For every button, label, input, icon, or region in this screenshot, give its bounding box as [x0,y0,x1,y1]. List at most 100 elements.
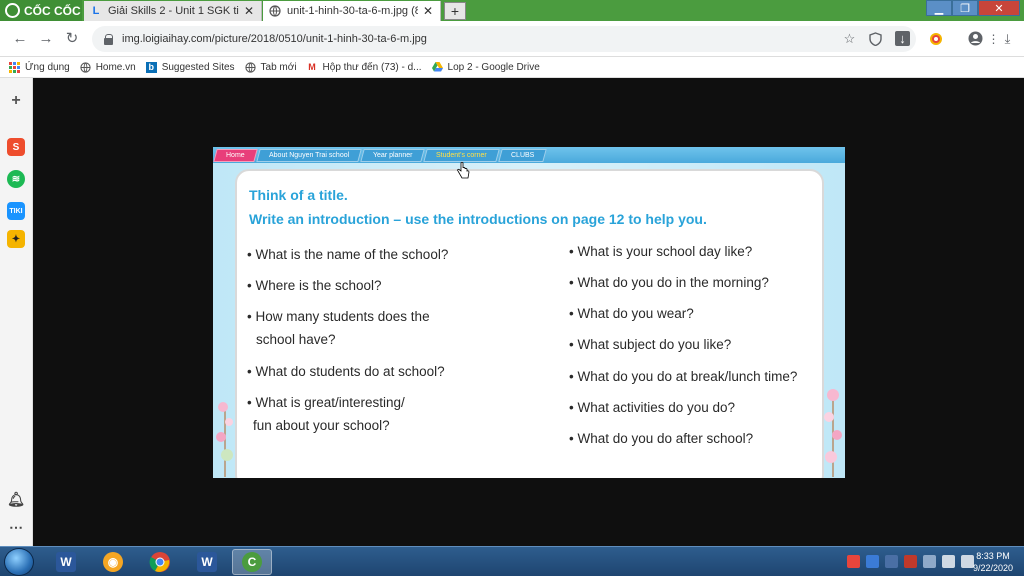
bookmark-label: Tab mới [260,61,297,73]
instructions-card: Think of a title. Write an introduction … [235,169,824,478]
loigiaihay-favicon-icon: L [92,5,100,17]
question-right: • What subject do you like? [569,337,732,352]
bookmark-star-icon[interactable]: ☆ [842,31,857,46]
tab-title: Giải Skills 2 - Unit 1 SGK tiếng [108,5,239,17]
coccoc-extension-icon[interactable] [928,31,943,46]
bookmark-apps[interactable]: Ứng dụng [9,61,70,73]
close-icon[interactable]: ✕ [422,4,434,18]
clock-date: 9/22/2020 [972,563,1014,573]
heading-title: Think of a title. [249,187,348,203]
globe-icon [244,61,256,73]
bluetooth-tray-icon[interactable] [885,555,898,568]
back-arrow-icon[interactable]: ← [12,30,28,47]
download-icon[interactable]: ↓ [895,31,910,46]
taskbar-word-2[interactable]: W [187,549,227,575]
globe-icon [269,5,281,17]
bookmark-label: Ứng dụng [25,61,70,73]
spotify-icon[interactable]: ≋ [7,170,25,188]
question-right: • What do you do at break/lunch time? [569,369,798,384]
shield-icon[interactable] [868,31,883,46]
textbook-image: Home About Nguyen Trai school Year plann… [213,147,845,478]
flower-decoration-right [824,389,842,477]
question-right: • What is your school day like? [569,244,753,259]
nav-tab-about: About Nguyen Trai school [255,148,362,162]
address-bar[interactable]: img.loigiaihay.com/picture/2018/0510/uni… [92,26,916,52]
reload-icon[interactable]: ↻ [64,30,80,47]
nav-tab-clubs: CLUBS [498,148,548,162]
question-right: • What do you do in the morning? [569,275,769,290]
nav-tab-students-corner: Student's corner [423,148,500,162]
bookmark-label: Suggested Sites [161,61,235,73]
question-left: • What is great/interesting/ [247,395,405,410]
security-tray-icon[interactable] [847,555,860,568]
antivirus-tray-icon[interactable] [904,555,917,568]
close-icon[interactable]: ✕ [243,4,255,18]
tiki-icon[interactable]: TIKI [7,202,25,220]
lock-icon [104,33,114,45]
nav-tab-label: Year planner [372,151,413,159]
nav-tab-home: Home [213,148,258,162]
bookmark-label: Lop 2 - Google Drive [447,61,540,73]
bookmark-tab-moi[interactable]: Tab mới [244,61,297,73]
restore-button[interactable]: ❐ [952,0,978,16]
question-right: • What do you do after school? [569,431,754,446]
coccoc-sidebar: + S ≋ TIKI ✦ 🔔︎ ⋯ [0,78,33,546]
coccoc-logo-icon [5,3,20,18]
signal-tray-icon[interactable] [942,555,955,568]
question-right: • What activities do you do? [569,400,736,415]
nav-tab-year-planner: Year planner [360,148,426,162]
forward-arrow-icon[interactable]: → [38,30,54,47]
clock-time: 8:33 PM [976,551,1010,561]
browser-tab-bar: CỐC CỐC L Giải Skills 2 - Unit 1 SGK tiế… [0,0,1024,21]
download-arrow-icon[interactable]: ⤓ [1000,31,1015,46]
new-tab-button[interactable]: + [444,2,466,20]
question-left: school have? [256,332,336,347]
taskbar-word[interactable]: W [46,549,86,575]
question-left: • What is the name of the school? [247,247,449,262]
browser-icon: ◉ [103,552,123,572]
bookmark-gmail[interactable]: M Hộp thư đến (73) - d... [307,61,422,73]
system-clock[interactable]: 8:33 PM 9/22/2020 [968,550,1018,574]
more-vertical-icon[interactable]: ⋮ [986,31,1001,46]
bookmark-label: Home.vn [95,61,136,73]
taskbar-coccoc[interactable]: C [232,549,272,575]
bookmark-google-drive[interactable]: Lop 2 - Google Drive [431,61,540,73]
taskbar-browser-orange[interactable]: ◉ [93,549,133,575]
start-button[interactable] [4,548,34,576]
coccoc-menu-button[interactable]: CỐC CỐC [0,0,82,21]
taskbar-chrome[interactable] [140,549,180,575]
heading-introduction: Write an introduction – use the introduc… [249,211,707,227]
gmail-icon: M [308,62,316,72]
bing-icon: b [145,61,157,73]
bookmark-label: Hộp thư đến (73) - d... [322,61,422,73]
word-icon: W [56,552,76,572]
tab-title: unit-1-hinh-30-ta-6-m.jpg (8 [287,5,418,17]
bell-icon[interactable]: 🔔︎ [7,490,25,508]
bookmark-suggested-sites[interactable]: b Suggested Sites [145,61,235,73]
word-icon: W [197,552,217,572]
hand-cursor-icon [457,162,470,179]
question-right: • What do you wear? [569,306,694,321]
browser-toolbar: ← → ↻ img.loigiaihay.com/picture/2018/05… [0,21,1024,57]
network-tray-icon[interactable] [866,555,879,568]
usb-tray-icon[interactable] [923,555,936,568]
question-left: fun about your school? [253,418,390,433]
add-icon[interactable]: + [7,92,25,110]
tab-loigiaihay[interactable]: L Giải Skills 2 - Unit 1 SGK tiếng ✕ [84,1,262,21]
google-drive-icon [431,62,443,73]
window-close-button[interactable]: ✕ [978,0,1020,16]
minimize-button[interactable]: ▁ [926,0,952,16]
chrome-icon [149,552,170,572]
bookmark-homevn[interactable]: Home.vn [80,62,136,73]
coccoc-icon: C [242,552,262,572]
bookmarks-bar: Ứng dụng Home.vn b Suggested Sites Tab m… [0,57,1024,78]
apps-grid-icon [9,61,20,73]
game-icon[interactable]: ✦ [7,230,25,248]
nav-tab-label: Student's corner [436,151,488,159]
nav-tab-label: CLUBS [511,151,535,159]
more-horizontal-icon[interactable]: ⋯ [7,518,25,536]
tab-image[interactable]: unit-1-hinh-30-ta-6-m.jpg (8 ✕ [263,1,441,21]
shopee-icon[interactable]: S [7,138,25,156]
profile-icon[interactable] [968,31,983,46]
question-left: • What do students do at school? [247,364,445,379]
